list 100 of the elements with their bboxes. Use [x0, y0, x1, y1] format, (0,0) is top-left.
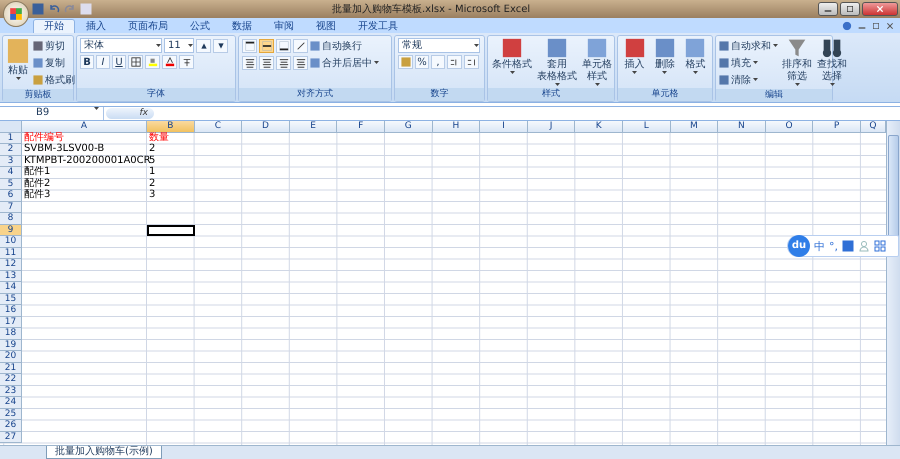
toolbar-button[interactable]: 填充 [719, 55, 778, 70]
ribbon-tab[interactable]: 开始 [33, 19, 75, 33]
column-header[interactable]: E [290, 121, 338, 133]
grow-font-icon[interactable] [196, 38, 211, 52]
column-header[interactable]: D [242, 121, 290, 133]
ribbon-tab[interactable]: 数据 [221, 19, 263, 33]
ribbon-button[interactable]: 排序和 筛选 [781, 38, 813, 86]
row-header[interactable]: 23 [0, 386, 22, 397]
ribbon-button[interactable]: 单元格 样式 [581, 38, 613, 86]
row-header[interactable]: 21 [0, 362, 22, 374]
align-icon[interactable] [259, 38, 274, 52]
row-header[interactable]: 24 [0, 397, 22, 408]
toolbar-button[interactable]: 格式刷 [33, 72, 75, 87]
font-name-field[interactable]: 宋体 [80, 38, 162, 53]
ribbon-button[interactable]: 条件格式 [491, 38, 533, 74]
increase-decimal-icon[interactable] [447, 55, 462, 69]
align-icon[interactable] [242, 56, 257, 70]
toolbar-button[interactable]: 剪切 [33, 38, 75, 53]
row-header[interactable]: 22 [0, 374, 22, 386]
font-size-field[interactable]: 11 [164, 38, 194, 53]
row-header[interactable]: 25 [0, 408, 22, 420]
sheet-tab[interactable]: 批量加入购物车(示例) [46, 446, 162, 459]
column-header[interactable]: G [384, 121, 433, 133]
ribbon-button[interactable]: 查找和 选择 [816, 38, 848, 86]
ribbon-tab[interactable]: 页面布局 [117, 19, 179, 33]
number-format-button[interactable]: % [415, 55, 429, 69]
orientation-icon[interactable] [293, 38, 308, 52]
column-header[interactable]: K [575, 121, 623, 133]
border-icon[interactable] [128, 55, 143, 69]
ribbon-button[interactable]: 套用 表格格式 [536, 38, 578, 86]
number-format-button[interactable]: , [431, 55, 445, 69]
row-header[interactable]: 6 [0, 190, 22, 202]
format-button[interactable]: I [96, 55, 110, 69]
column-header[interactable]: A [22, 121, 147, 133]
row-header[interactable]: 14 [0, 282, 22, 294]
insert-function-button[interactable]: fx [106, 108, 154, 119]
row-header[interactable]: 11 [0, 248, 22, 259]
ime-toggle[interactable]: °, [829, 240, 838, 252]
row-header[interactable]: 27 [0, 432, 22, 443]
ribbon-tab[interactable]: 审阅 [263, 19, 305, 33]
row-header[interactable]: 4 [0, 167, 22, 178]
row-header[interactable]: 13 [0, 270, 22, 282]
row-header[interactable]: 17 [0, 316, 22, 328]
row-header[interactable]: 15 [0, 294, 22, 305]
ribbon-tab[interactable]: 公式 [179, 19, 221, 33]
name-box[interactable]: B9 [0, 107, 104, 120]
column-header[interactable]: C [194, 121, 242, 133]
row-header[interactable]: 19 [0, 340, 22, 351]
row-header[interactable]: 1 [0, 132, 22, 144]
restore-button[interactable] [840, 2, 860, 16]
column-header[interactable]: H [432, 121, 480, 133]
column-header[interactable]: M [670, 121, 718, 133]
row-header[interactable]: 10 [0, 236, 22, 248]
ime-logo[interactable]: du [788, 235, 810, 257]
row-header[interactable]: 16 [0, 305, 22, 316]
row-header[interactable]: 9 [0, 224, 22, 236]
minimize-button[interactable] [818, 2, 838, 16]
toolbar-button[interactable]: 清除 [719, 72, 778, 87]
close-button[interactable] [862, 2, 898, 16]
row-header[interactable]: 20 [0, 351, 22, 362]
row-header[interactable]: 12 [0, 259, 22, 270]
font-color-icon[interactable] [162, 55, 177, 69]
column-header[interactable]: P [813, 121, 861, 133]
row-header[interactable]: 18 [0, 328, 22, 340]
ime-toggle[interactable]: 中 [814, 238, 825, 254]
number-format-field[interactable]: 常规 [398, 38, 480, 53]
merge-center-button[interactable]: 合并后居中 [310, 55, 379, 70]
column-header[interactable]: B [147, 121, 195, 133]
align-icon[interactable] [276, 56, 291, 70]
format-button[interactable]: U [112, 55, 126, 69]
column-header[interactable]: N [718, 121, 766, 133]
ribbon-button[interactable]: 插入 [624, 38, 646, 74]
toolbar-button[interactable]: 自动求和 [719, 38, 778, 53]
align-icon[interactable] [242, 38, 257, 52]
align-icon[interactable] [276, 38, 291, 52]
align-icon[interactable] [259, 56, 274, 70]
column-header[interactable]: F [337, 121, 385, 133]
scroll-bar[interactable] [886, 121, 900, 445]
ribbon-button[interactable]: 删除 [654, 38, 676, 74]
paste-button[interactable]: 粘贴 [6, 38, 30, 80]
row-header[interactable]: 5 [0, 178, 22, 190]
toolbar-button[interactable]: 复制 [33, 55, 75, 70]
phonetic-icon[interactable] [179, 55, 194, 69]
row-header[interactable]: 26 [0, 420, 22, 432]
shrink-font-icon[interactable] [213, 38, 228, 52]
ribbon-button[interactable]: 格式 [684, 38, 706, 74]
row-header[interactable]: 7 [0, 202, 22, 213]
row-header[interactable]: 8 [0, 213, 22, 224]
column-header[interactable]: Q [860, 121, 886, 133]
column-header[interactable]: J [528, 121, 576, 133]
column-header[interactable]: I [480, 121, 528, 133]
ribbon-tab[interactable]: 视图 [305, 19, 347, 33]
format-button[interactable]: B [80, 55, 94, 69]
row-header[interactable]: 2 [0, 144, 22, 156]
ribbon-tab[interactable]: 插入 [75, 19, 117, 33]
ribbon-tab[interactable]: 开发工具 [347, 19, 409, 33]
column-header[interactable]: L [622, 121, 671, 133]
column-header[interactable]: O [766, 121, 814, 133]
wrap-text-button[interactable]: 自动换行 [310, 38, 362, 53]
fill-color-icon[interactable] [145, 55, 160, 69]
